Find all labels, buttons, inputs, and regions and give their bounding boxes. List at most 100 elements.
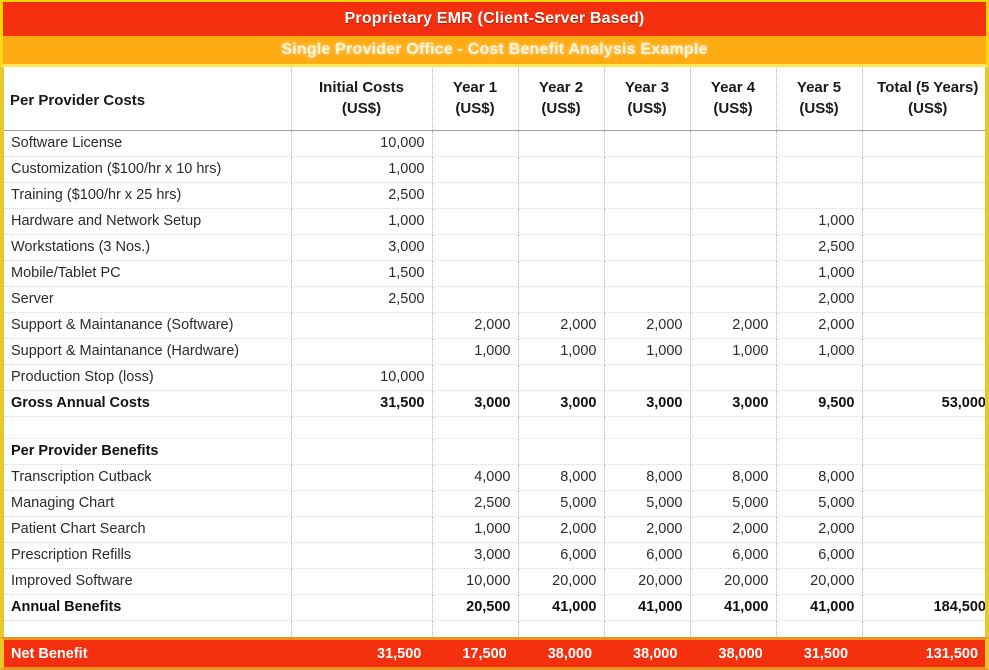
cell-y1 bbox=[432, 286, 519, 313]
cell-y1: 2,500 bbox=[432, 490, 519, 517]
cell-total bbox=[862, 130, 985, 157]
cell-total bbox=[862, 156, 985, 183]
spacer-row bbox=[4, 416, 985, 439]
column-header-unit: (US$) bbox=[799, 99, 839, 117]
row-label: Gross Annual Costs bbox=[4, 390, 292, 417]
spreadsheet-grid-container: Per Provider Costs Initial Costs (US$) Year… bbox=[0, 67, 989, 637]
net-benefit-total-cell: 131,500 bbox=[925, 645, 979, 662]
column-header-y3: Year 3 (US$) bbox=[604, 67, 691, 131]
column-header-title: Year 2 bbox=[538, 79, 584, 97]
cost-benefit-analysis-sheet: Proprietary EMR (Client-Server Based) Si… bbox=[0, 0, 989, 670]
row-label: Server bbox=[4, 286, 292, 313]
row-label: Managing Chart bbox=[4, 490, 292, 517]
cell-y2: 1,000 bbox=[518, 338, 605, 365]
table-row: Production Stop (loss) 10,000 bbox=[4, 364, 985, 391]
cell-initial: 1,000 bbox=[291, 208, 433, 235]
cell-y5 bbox=[776, 364, 863, 391]
column-header-title: Year 3 bbox=[624, 79, 670, 97]
cell-y3: 41,000 bbox=[604, 594, 691, 621]
table-row: Software License 10,000 bbox=[4, 130, 985, 157]
cost-benefit-table: Per Provider Costs Initial Costs (US$) Year… bbox=[4, 67, 985, 637]
cell-y5: 8,000 bbox=[776, 464, 863, 491]
cell-y4: 8,000 bbox=[690, 464, 777, 491]
cell-y5: 2,000 bbox=[776, 516, 863, 543]
cell-y1 bbox=[432, 620, 519, 637]
table-row: Per Provider Benefits bbox=[4, 438, 985, 465]
table-row: Hardware and Network Setup 1,000 1,000 bbox=[4, 208, 985, 235]
net-benefit-year3-cell: 38,000 bbox=[633, 645, 678, 662]
cell-y3 bbox=[604, 156, 691, 183]
table-row: Support & Maintanance (Hardware) 1,000 1,0… bbox=[4, 338, 985, 365]
table-row: Customization ($100/hr x 10 hrs) 1,000 bbox=[4, 156, 985, 183]
cell-initial bbox=[291, 312, 433, 339]
column-header-total: Total (5 Years) (US$) bbox=[862, 67, 985, 131]
cell-y2: 41,000 bbox=[518, 594, 605, 621]
row-label: Patient Chart Search bbox=[4, 516, 292, 543]
cell-y3 bbox=[604, 234, 691, 261]
column-header-unit: (US$) bbox=[341, 99, 382, 117]
table-row: Workstations (3 Nos.) 3,000 2,500 bbox=[4, 234, 985, 261]
cell-y2 bbox=[518, 156, 605, 183]
cell-y1: 4,000 bbox=[432, 464, 519, 491]
cell-y1: 2,000 bbox=[432, 312, 519, 339]
cell-y3: 2,000 bbox=[604, 312, 691, 339]
cell-y5 bbox=[776, 416, 863, 439]
table-body: Software License 10,000 Customization ($10… bbox=[4, 130, 985, 637]
cell-y1 bbox=[432, 208, 519, 235]
column-header-y5: Year 5 (US$) bbox=[776, 67, 863, 131]
cell-initial: 2,500 bbox=[291, 286, 433, 313]
cell-y5: 20,000 bbox=[776, 568, 863, 595]
cell-total bbox=[862, 312, 985, 339]
table-row: Managing Chart 2,500 5,000 5,000 5,000 5,000 bbox=[4, 490, 985, 517]
column-header-unit: (US$) bbox=[541, 99, 581, 117]
column-header-title: Initial Costs bbox=[318, 79, 404, 97]
table-row: Mobile/Tablet PC 1,500 1,000 bbox=[4, 260, 985, 287]
cell-y3: 5,000 bbox=[604, 490, 691, 517]
cell-y2: 2,000 bbox=[518, 516, 605, 543]
cell-total bbox=[862, 338, 985, 365]
table-header-row: Per Provider Costs Initial Costs (US$) Year… bbox=[4, 67, 985, 131]
cell-y1 bbox=[432, 182, 519, 209]
net-benefit-row: Net Benefit 31,500 17,500 38,000 38,000 … bbox=[0, 637, 989, 670]
row-label: Training ($100/hr x 25 hrs) bbox=[4, 182, 292, 209]
column-header-unit: (US$) bbox=[908, 99, 948, 117]
cell-y1: 3,000 bbox=[432, 542, 519, 569]
cell-initial bbox=[291, 464, 433, 491]
cell-y4 bbox=[690, 156, 777, 183]
cell-initial: 10,000 bbox=[291, 130, 433, 157]
cell-y2: 20,000 bbox=[518, 568, 605, 595]
cell-y4 bbox=[690, 234, 777, 261]
cell-y3 bbox=[604, 130, 691, 157]
cell-y3 bbox=[604, 260, 691, 287]
table-row: Server 2,500 2,000 bbox=[4, 286, 985, 313]
cell-y1 bbox=[432, 364, 519, 391]
row-label: Prescription Refills bbox=[4, 542, 292, 569]
cell-y1 bbox=[432, 130, 519, 157]
cell-y3: 3,000 bbox=[604, 390, 691, 417]
cell-y4 bbox=[690, 416, 777, 439]
column-header-y1: Year 1 (US$) bbox=[432, 67, 519, 131]
cell-y5: 1,000 bbox=[776, 260, 863, 287]
cell-y5: 2,000 bbox=[776, 312, 863, 339]
cell-total bbox=[862, 620, 985, 637]
net-benefit-year5-cell: 31,500 bbox=[803, 645, 849, 662]
primary-title-text: Proprietary EMR (Client-Server Based) bbox=[344, 9, 645, 27]
cell-y4: 41,000 bbox=[690, 594, 777, 621]
cell-initial: 2,500 bbox=[291, 182, 433, 209]
cell-y5 bbox=[776, 182, 863, 209]
row-label: Annual Benefits bbox=[4, 594, 292, 621]
column-header-unit: (US$) bbox=[627, 99, 667, 117]
cell-y3: 8,000 bbox=[604, 464, 691, 491]
cell-y1: 10,000 bbox=[432, 568, 519, 595]
column-header-initial: Initial Costs (US$) bbox=[291, 67, 433, 131]
cell-initial: 10,000 bbox=[291, 364, 433, 391]
cell-y3 bbox=[604, 286, 691, 313]
cell-y5: 2,000 bbox=[776, 286, 863, 313]
cell-y2 bbox=[518, 182, 605, 209]
cell-total: 53,000 bbox=[862, 390, 985, 417]
cell-y4 bbox=[690, 620, 777, 637]
cell-y3 bbox=[604, 620, 691, 637]
cell-y4: 3,000 bbox=[690, 390, 777, 417]
cell-y5: 1,000 bbox=[776, 338, 863, 365]
cell-y1: 3,000 bbox=[432, 390, 519, 417]
